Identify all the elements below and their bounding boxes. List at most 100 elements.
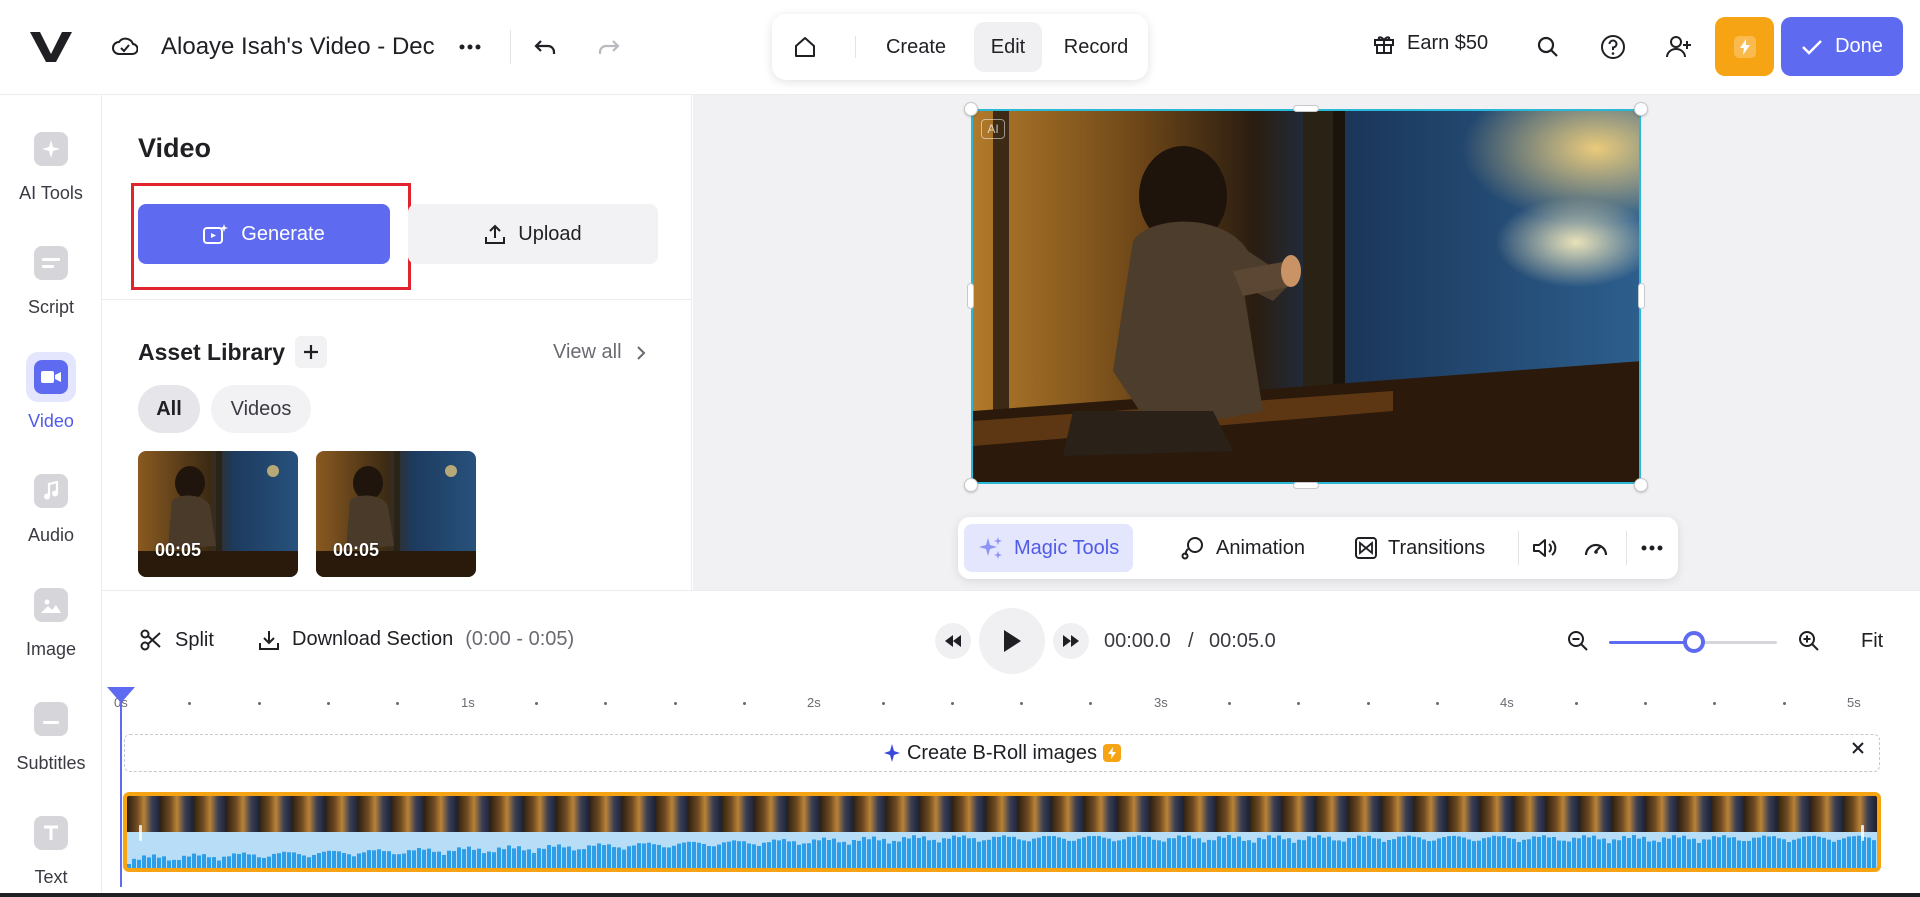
video-canvas[interactable]: AI (971, 109, 1641, 484)
waveform-bar (1737, 840, 1741, 868)
volume-icon[interactable] (1529, 533, 1561, 563)
sidebar-item-subtitles[interactable]: Subtitles (0, 690, 102, 790)
tab-record[interactable]: Record (1052, 22, 1140, 72)
magic-tools-button[interactable]: Magic Tools (964, 524, 1134, 572)
sidebar-item-image[interactable]: Image (0, 576, 102, 676)
search-icon[interactable] (1531, 30, 1565, 64)
ruler-tick (1020, 702, 1024, 705)
redo-icon[interactable] (594, 30, 624, 64)
resize-handle[interactable] (967, 283, 974, 309)
filter-videos[interactable]: Videos (211, 385, 311, 433)
fast-forward-button[interactable] (1053, 623, 1089, 659)
zoom-in-icon[interactable] (1795, 627, 1823, 655)
zoom-out-icon[interactable] (1564, 627, 1592, 655)
waveform-bar (612, 847, 616, 868)
waveform-bar (987, 839, 991, 868)
waveform-bar (1592, 835, 1596, 868)
waveform-bar (1712, 836, 1716, 868)
sidebar-item-text[interactable]: Text (0, 804, 102, 897)
tab-create[interactable]: Create (872, 22, 960, 72)
waveform-bar (522, 850, 526, 868)
waveform-bar (312, 854, 316, 868)
resize-handle[interactable] (1293, 482, 1319, 489)
more-options-icon[interactable] (455, 30, 485, 64)
rewind-button[interactable] (935, 623, 971, 659)
home-icon[interactable] (790, 32, 820, 62)
resize-handle[interactable] (1634, 102, 1648, 116)
close-icon[interactable] (1851, 741, 1865, 755)
trim-handle-left[interactable] (139, 825, 142, 841)
speed-icon[interactable] (1580, 533, 1612, 563)
tab-edit[interactable]: Edit (974, 22, 1042, 72)
waveform-bar (887, 843, 891, 868)
video-panel: Video Generate Upload Asset Library View… (102, 95, 692, 590)
asset-thumbnail[interactable]: 00:05 (138, 451, 298, 577)
sidebar-item-audio[interactable]: Audio (0, 462, 102, 562)
waveform-bar (1177, 835, 1181, 868)
upgrade-button[interactable] (1715, 17, 1774, 76)
generate-button[interactable]: Generate (138, 204, 390, 264)
waveform-bar (1002, 835, 1006, 868)
waveform-bar (227, 856, 231, 868)
waveform-bar (497, 847, 501, 868)
app-logo[interactable] (30, 30, 72, 64)
view-all-link[interactable]: View all (553, 341, 646, 364)
playhead[interactable] (107, 687, 135, 703)
transitions-button[interactable]: Transitions (1340, 524, 1499, 572)
resize-handle[interactable] (1638, 283, 1645, 309)
undo-icon[interactable] (530, 30, 560, 64)
waveform-bar (1072, 840, 1076, 868)
upload-button[interactable]: Upload (408, 204, 658, 264)
video-clip[interactable] (123, 792, 1881, 872)
waveform-bar (667, 847, 671, 868)
waveform-bar (1437, 838, 1441, 868)
more-options-icon[interactable] (1634, 533, 1670, 563)
earn-button[interactable]: Earn $50 (1373, 32, 1488, 55)
waveform-bar (272, 853, 276, 868)
resize-handle[interactable] (1293, 105, 1319, 112)
broll-track[interactable]: Create B-Roll images (124, 734, 1880, 772)
sidebar-item-ai-tools[interactable]: AI Tools (0, 120, 102, 220)
filter-all[interactable]: All (138, 385, 200, 433)
zoom-slider-knob[interactable] (1683, 631, 1705, 653)
sidebar-item-script[interactable]: Script (0, 234, 102, 334)
play-button[interactable] (979, 608, 1045, 674)
asset-thumbnail[interactable]: 00:05 (316, 451, 476, 577)
sidebar-item-video[interactable]: Video (0, 348, 102, 448)
waveform-bar (1147, 836, 1151, 868)
resize-handle[interactable] (1634, 478, 1648, 492)
resize-handle[interactable] (964, 102, 978, 116)
waveform-bar (652, 844, 656, 868)
waveform-bar (472, 849, 476, 868)
time-separator: / (1188, 630, 1194, 652)
waveform-bar (402, 853, 406, 868)
split-button[interactable]: Split (139, 628, 214, 652)
timeline: Split Download Section (0:00 - 0:05) 00:… (102, 590, 1920, 897)
waveform-bar (1587, 837, 1591, 868)
split-label: Split (175, 628, 214, 651)
project-title[interactable]: Aloaye Isah's Video - Dec (161, 33, 437, 61)
done-button[interactable]: Done (1781, 17, 1903, 76)
waveform-bar (1097, 836, 1101, 868)
waveform-bar (572, 850, 576, 868)
window-edge (0, 893, 1920, 897)
fit-button[interactable]: Fit (1861, 630, 1883, 653)
animation-button[interactable]: Animation (1166, 524, 1319, 572)
waveform-bar (582, 849, 586, 868)
waveform-bar (432, 851, 436, 868)
trim-handle-right[interactable] (1861, 825, 1864, 841)
help-icon[interactable] (1596, 30, 1630, 64)
waveform-bar (1687, 839, 1691, 868)
waveform-bar (322, 851, 326, 868)
waveform-bar (1637, 838, 1641, 868)
resize-handle[interactable] (964, 478, 978, 492)
add-asset-button[interactable] (295, 336, 327, 368)
download-section-button[interactable]: Download Section (0:00 - 0:05) (258, 628, 574, 651)
waveform-bar (1392, 839, 1396, 868)
add-collaborator-icon[interactable] (1662, 30, 1696, 64)
waveform-bar (1717, 837, 1721, 868)
waveform-bar (1202, 842, 1206, 868)
text-icon (26, 808, 76, 858)
waveform-bar (307, 857, 311, 868)
sidebar-item-label: Audio (27, 525, 75, 545)
